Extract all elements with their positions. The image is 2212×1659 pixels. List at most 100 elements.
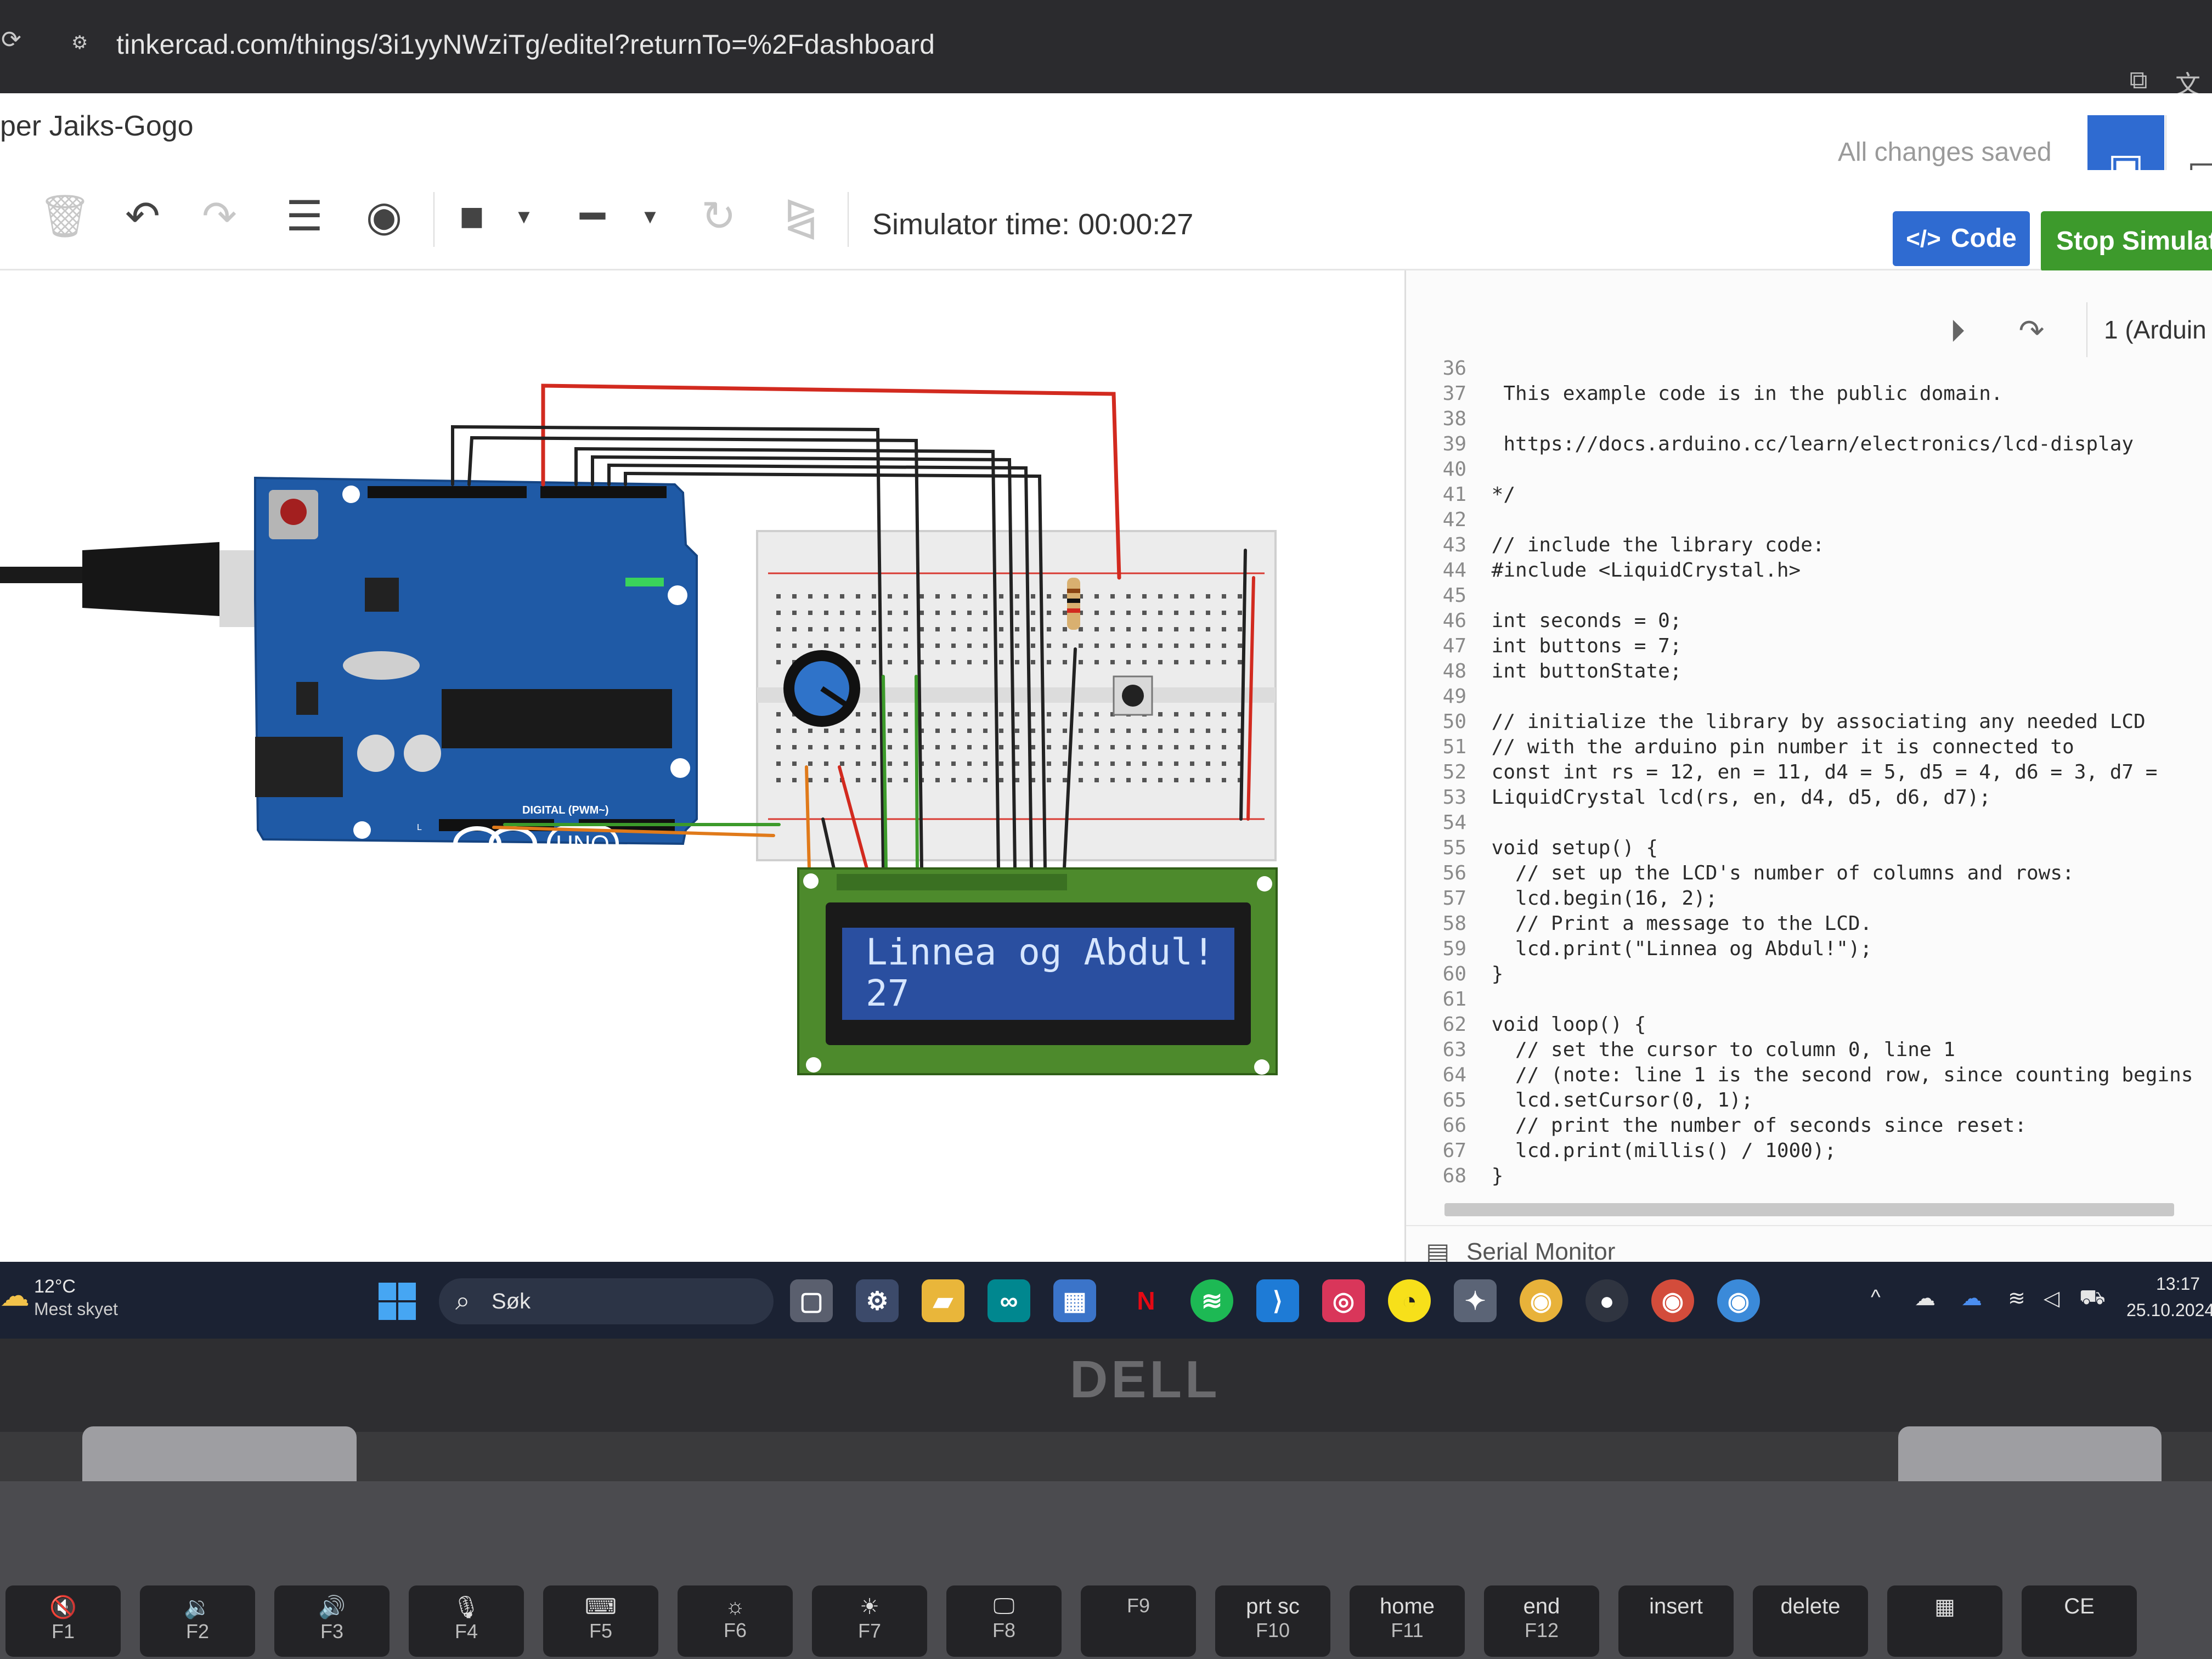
- keyboard-key[interactable]: 🎙 F4: [409, 1585, 524, 1657]
- translate-icon[interactable]: 文: [2172, 65, 2203, 99]
- code-line[interactable]: 50 // initialize the library by associat…: [1406, 710, 2146, 736]
- task-view-icon[interactable]: ▢: [790, 1279, 833, 1322]
- keyboard-key[interactable]: delete: [1753, 1585, 1868, 1657]
- weather-cloud-icon[interactable]: ☁: [0, 1278, 30, 1313]
- code-line[interactable]: 56 // set up the LCD's number of columns…: [1406, 862, 2074, 887]
- lcd-module[interactable]: Linnea og Abdul! 27: [797, 867, 1278, 1075]
- code-horizontal-scrollbar[interactable]: [1444, 1203, 2174, 1216]
- code-line[interactable]: 45: [1406, 584, 1480, 610]
- keyboard-key[interactable]: 🔊 F3: [274, 1585, 390, 1657]
- code-line[interactable]: 51 // with the arduino pin number it is …: [1406, 736, 2074, 761]
- code-line[interactable]: 68 }: [1406, 1165, 1504, 1190]
- keyboard-key[interactable]: prt sc F10: [1215, 1585, 1330, 1657]
- code-line[interactable]: 42: [1406, 509, 1480, 534]
- code-line[interactable]: 47 int buttons = 7;: [1406, 635, 1682, 660]
- taskbar-search[interactable]: ⌕ Søk: [439, 1278, 774, 1324]
- arduino-ide-icon[interactable]: ∞: [988, 1279, 1030, 1322]
- clock-date[interactable]: 25.10.2024: [2126, 1300, 2212, 1321]
- code-line[interactable]: 49: [1406, 685, 1480, 710]
- code-line[interactable]: 39 https://docs.arduino.cc/learn/electro…: [1406, 433, 2134, 458]
- code-line[interactable]: 43 // include the library code:: [1406, 534, 1825, 559]
- notes-visibility-icon[interactable]: ◉: [357, 187, 411, 247]
- circuit-workplane[interactable]: UNO ARDUINO DIGITAL (PWM~) POWER ANALOG …: [0, 270, 1404, 1258]
- stop-simulation-button[interactable]: Stop Simulatio: [2041, 211, 2212, 272]
- code-line[interactable]: 58 // Print a message to the LCD.: [1406, 912, 1872, 938]
- weather-description[interactable]: Mest skyet: [34, 1299, 118, 1319]
- code-line[interactable]: 46 int seconds = 0;: [1406, 610, 1682, 635]
- project-title[interactable]: per Jaiks-Gogo: [0, 110, 194, 143]
- code-line[interactable]: 37 This example code is in the public do…: [1406, 382, 2003, 408]
- code-line[interactable]: 62 void loop() {: [1406, 1013, 1646, 1039]
- code-line[interactable]: 52 const int rs = 12, en = 11, d4 = 5, d…: [1406, 761, 2158, 786]
- snapchat-icon[interactable]: ◔: [1388, 1279, 1431, 1322]
- code-line[interactable]: 59 lcd.print("Linnea og Abdul!");: [1406, 938, 1872, 963]
- vscode-icon[interactable]: ⟩: [1256, 1279, 1299, 1322]
- code-editor[interactable]: 36 37 This example code is in the public …: [1406, 353, 2212, 1198]
- install-app-icon[interactable]: ⧉: [2123, 65, 2154, 95]
- keyboard-key[interactable]: CE: [2022, 1585, 2137, 1657]
- netflix-icon[interactable]: N: [1125, 1279, 1167, 1322]
- spotify-icon[interactable]: ≋: [1190, 1279, 1233, 1322]
- github-icon[interactable]: ●: [1585, 1279, 1628, 1322]
- code-line[interactable]: 67 lcd.print(millis() / 1000);: [1406, 1139, 1837, 1165]
- code-line[interactable]: 44 #include <LiquidCrystal.h>: [1406, 559, 1801, 584]
- onedrive-work-icon[interactable]: ☁: [1961, 1286, 1982, 1311]
- undo-icon[interactable]: ↶: [118, 187, 167, 247]
- flip-icon[interactable]: ⧎: [774, 187, 828, 247]
- keyboard-key[interactable]: ☀ F7: [812, 1585, 927, 1657]
- keyboard-key[interactable]: 🔇 F1: [5, 1585, 121, 1657]
- wire-type-dropdown-icon[interactable]: ▼: [639, 187, 661, 247]
- debug-step-over-icon[interactable]: ↷: [2010, 309, 2053, 353]
- keyboard-key[interactable]: ⌨ F5: [543, 1585, 658, 1657]
- color-dropdown-icon[interactable]: ▼: [513, 187, 535, 247]
- chrome-profile-2-icon[interactable]: ◉: [1717, 1279, 1760, 1322]
- color-swatch-icon[interactable]: ■: [450, 187, 494, 247]
- code-line[interactable]: 64 // (note: line 1 is the second row, s…: [1406, 1064, 2193, 1089]
- code-line[interactable]: 40: [1406, 458, 1480, 483]
- reload-icon[interactable]: ⟳: [1, 27, 26, 53]
- arduino-uno-board[interactable]: UNO ARDUINO DIGITAL (PWM~) POWER ANALOG …: [254, 476, 698, 1033]
- keyboard-key[interactable]: 🔉 F2: [140, 1585, 255, 1657]
- onedrive-icon[interactable]: ☁: [1915, 1286, 1936, 1311]
- code-line[interactable]: 38: [1406, 408, 1480, 433]
- code-line[interactable]: 54: [1406, 811, 1480, 837]
- wifi-icon[interactable]: ≋: [2008, 1286, 2025, 1311]
- push-button[interactable]: [1113, 675, 1153, 716]
- keyboard-key[interactable]: F9: [1081, 1585, 1196, 1657]
- debug-step-icon[interactable]: ⏵: [1936, 309, 1979, 353]
- code-line[interactable]: 55 void setup() {: [1406, 837, 1658, 862]
- code-line[interactable]: 63 // set the cursor to column 0, line 1: [1406, 1039, 1955, 1064]
- code-line[interactable]: 48 int buttonState;: [1406, 660, 1682, 685]
- code-button[interactable]: </> Code: [1893, 211, 2030, 266]
- rotate-icon[interactable]: ↻: [694, 187, 743, 247]
- microsoft-store-icon[interactable]: ▦: [1053, 1279, 1096, 1322]
- weather-temperature[interactable]: 12°C: [34, 1276, 76, 1297]
- keyboard-key[interactable]: home F11: [1350, 1585, 1465, 1657]
- file-explorer-icon[interactable]: ▰: [922, 1279, 964, 1322]
- code-line[interactable]: 41 */: [1406, 483, 1515, 509]
- keyboard-key[interactable]: 🖵 F8: [946, 1585, 1062, 1657]
- device-select[interactable]: 1 (Arduin: [2086, 302, 2212, 357]
- clock-time[interactable]: 13:17: [2156, 1274, 2200, 1294]
- keyboard-key[interactable]: ▦: [1887, 1585, 2002, 1657]
- tray-expand-icon[interactable]: ^: [1871, 1286, 1881, 1310]
- keyboard-key[interactable]: end F12: [1484, 1585, 1599, 1657]
- windows-start-icon[interactable]: [379, 1283, 417, 1321]
- app-tile-icon[interactable]: ✦: [1454, 1279, 1497, 1322]
- chrome-icon[interactable]: ◉: [1520, 1279, 1562, 1322]
- code-line[interactable]: 65 lcd.setCursor(0, 1);: [1406, 1089, 1753, 1114]
- notes-icon[interactable]: ☰: [277, 187, 332, 247]
- code-line[interactable]: 61: [1406, 988, 1480, 1013]
- wire-type-icon[interactable]: ━: [568, 187, 617, 247]
- site-settings-icon[interactable]: ⚙: [71, 32, 93, 54]
- volume-icon[interactable]: ◁: [2044, 1286, 2059, 1311]
- potentiometer[interactable]: [783, 650, 860, 727]
- code-line[interactable]: 36: [1406, 357, 1480, 382]
- code-line[interactable]: 60 }: [1406, 963, 1504, 988]
- settings-icon[interactable]: ⚙: [856, 1279, 899, 1322]
- keyboard-key[interactable]: ☼ F6: [678, 1585, 793, 1657]
- chrome-profile-icon[interactable]: ◉: [1651, 1279, 1694, 1322]
- resistor[interactable]: [1067, 578, 1080, 630]
- notification-icon[interactable]: ⛟: [2079, 1286, 2106, 1312]
- keyboard-key[interactable]: insert: [1618, 1585, 1734, 1657]
